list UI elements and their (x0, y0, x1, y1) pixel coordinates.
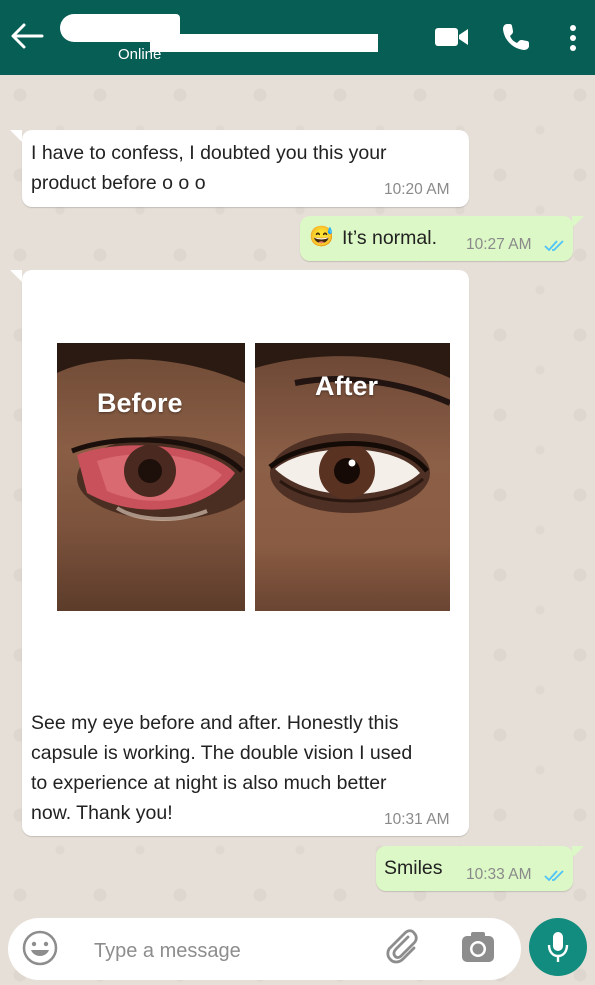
message-text: Smiles (384, 857, 443, 879)
mic-button[interactable] (529, 918, 587, 976)
bubble-tail (10, 130, 22, 142)
read-ticks-icon (544, 240, 564, 252)
arrow-left-icon[interactable] (10, 22, 44, 50)
message-time: 10:27 AM (466, 236, 532, 253)
message-text: product before o o o (31, 172, 206, 194)
paperclip-icon[interactable] (384, 928, 424, 968)
message-time: 10:31 AM (384, 811, 450, 828)
message-caption-line: to experience at night is also much bett… (31, 772, 387, 794)
video-camera-icon[interactable] (434, 25, 470, 49)
read-ticks-icon (544, 870, 564, 882)
after-label: After (315, 371, 379, 401)
message-time: 10:20 AM (384, 181, 450, 198)
message-text: It’s normal. (342, 227, 438, 249)
message-time: 10:33 AM (466, 866, 532, 883)
bubble-tail (10, 270, 22, 282)
message-text: I have to confess, I doubted you this yo… (31, 142, 387, 164)
message-input[interactable] (92, 932, 356, 970)
before-photo[interactable]: Before (57, 343, 245, 611)
more-vertical-icon[interactable] (566, 24, 580, 52)
bubble-tail (572, 216, 584, 228)
red-eye-illustration (57, 343, 245, 521)
after-photo[interactable]: After (255, 343, 450, 611)
contact-name-redaction-bar (150, 34, 378, 52)
chat-header: Online (0, 0, 595, 75)
message-caption-line: now. Thank you! (31, 802, 173, 824)
microphone-icon (547, 932, 569, 962)
camera-icon[interactable] (460, 931, 496, 965)
message-caption-line: See my eye before and after. Honestly th… (31, 712, 399, 734)
grinning-sweat-emoji-icon: 😅 (309, 226, 334, 248)
before-label: Before (97, 388, 183, 418)
bubble-tail (572, 846, 584, 858)
phone-icon[interactable] (500, 21, 532, 53)
message-caption-line: capsule is working. The double vision I … (31, 742, 413, 764)
emoji-icon[interactable] (22, 930, 58, 966)
